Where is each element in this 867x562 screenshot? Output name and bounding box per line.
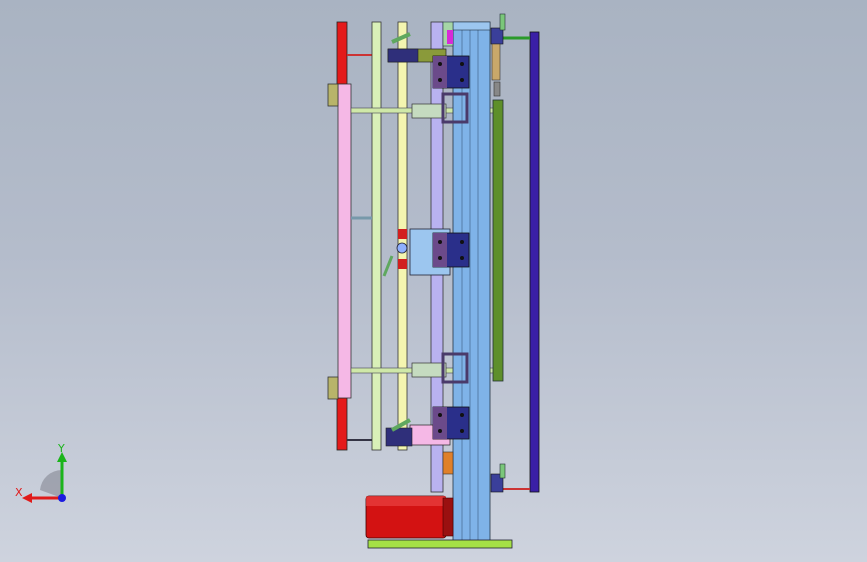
motor-icon	[365, 495, 454, 539]
cylinder-upper	[411, 103, 447, 119]
cad-viewport[interactable]	[0, 0, 867, 562]
bracket-top-left	[327, 83, 339, 107]
red-plate-bottom	[336, 397, 348, 451]
cylinder-lower	[411, 362, 447, 378]
triad-x-label: X	[15, 486, 23, 499]
pale-green-plate	[371, 21, 382, 451]
indigo-plate	[529, 31, 540, 493]
main-column	[452, 21, 491, 543]
bracket-bottom-left	[327, 376, 339, 400]
olive-green-plate	[492, 99, 504, 382]
triad-icon: Y X	[15, 442, 67, 503]
pink-plate	[337, 83, 352, 399]
triad-y-label: Y	[57, 442, 65, 455]
red-plate-top	[336, 21, 348, 85]
base-plate	[367, 539, 513, 549]
